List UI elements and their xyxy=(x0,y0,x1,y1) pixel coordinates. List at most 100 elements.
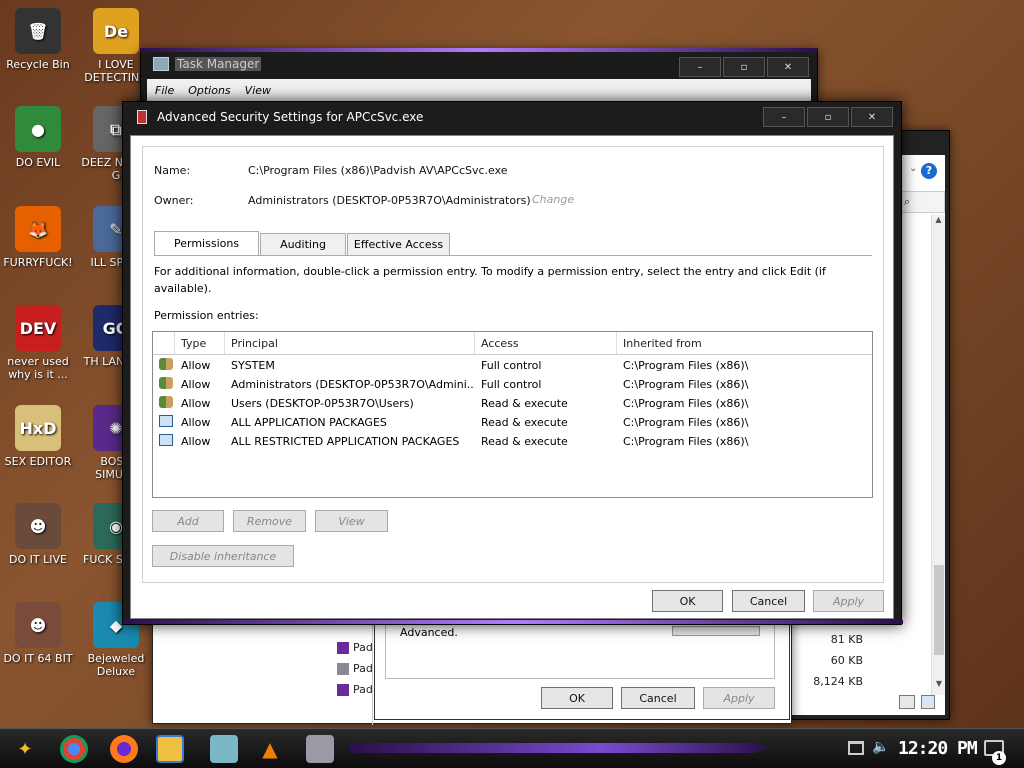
shield-icon xyxy=(137,110,147,124)
file-name: Pad xyxy=(353,683,373,696)
taskbar-app-icon[interactable] xyxy=(210,735,238,763)
volume-icon[interactable]: 🔈 xyxy=(872,739,889,755)
menu-options[interactable]: Options xyxy=(188,84,230,97)
desktop-icon[interactable]: DEV never used why is it ... xyxy=(0,305,76,381)
dev-cpp-icon: DEV xyxy=(15,305,61,351)
column-header-access[interactable]: Access xyxy=(475,332,617,354)
taskbar-firefox-icon[interactable] xyxy=(110,735,138,763)
taskbar-security-icon[interactable] xyxy=(306,735,334,763)
network-icon[interactable] xyxy=(848,741,864,755)
maximize-button[interactable]: ▫ xyxy=(807,107,849,127)
dialog-accent-bar xyxy=(123,620,903,624)
permission-entry-row[interactable]: Allow ALL RESTRICTED APPLICATION PACKAGES… xyxy=(153,432,872,451)
permission-entries-list[interactable]: Type Principal Access Inherited from All… xyxy=(152,331,873,498)
tm-close-button[interactable]: ✕ xyxy=(767,57,809,77)
desktop-icon[interactable]: ● DO EVIL xyxy=(0,106,76,169)
properties-file-list: Pad Pad Pad xyxy=(337,637,373,700)
advanced-button[interactable] xyxy=(672,626,760,636)
help-icon[interactable]: ? xyxy=(921,163,937,179)
behind-cancel-button[interactable]: Cancel xyxy=(621,687,695,709)
cell-access: Full control xyxy=(481,359,542,372)
cell-type: Allow xyxy=(181,435,211,448)
behind-ok-button[interactable]: OK xyxy=(541,687,613,709)
file-icon xyxy=(337,662,349,675)
tab-strip: Permissions Auditing Effective Access xyxy=(154,231,451,255)
desktop-icon[interactable]: 🦊 FURRYFUCK! xyxy=(0,206,76,269)
remove-button[interactable]: Remove xyxy=(233,510,306,532)
scroll-thumb[interactable] xyxy=(934,565,944,655)
cell-principal: Administrators (DESKTOP-0P53R7O\Admini..… xyxy=(231,378,475,391)
chrome-icon: ● xyxy=(15,106,61,152)
recycle-bin-icon: 🗑 xyxy=(15,8,61,54)
desktop-icon[interactable]: ☻ DO IT 64 BIT xyxy=(0,602,76,665)
add-button[interactable]: Add xyxy=(152,510,224,532)
desktop-icon[interactable]: ☻ DO IT LIVE xyxy=(0,503,76,566)
view-tiles-icon[interactable] xyxy=(921,695,935,709)
column-header-type[interactable]: Type xyxy=(175,332,225,354)
permission-entry-row[interactable]: Allow Users (DESKTOP-0P53R7O\Users) Read &… xyxy=(153,394,872,413)
taskbar-clock[interactable]: 12:20 PM xyxy=(898,738,978,759)
change-owner-link[interactable]: Change xyxy=(532,193,574,206)
vertical-scrollbar[interactable]: ▲ ▼ xyxy=(931,215,945,695)
portrait-64-icon: ☻ xyxy=(15,602,61,648)
app-package-icon xyxy=(153,434,175,449)
file-size: 8,124 KB xyxy=(813,675,863,688)
hxd-icon: HxD xyxy=(15,405,61,451)
taskbar-vlc-icon[interactable]: ▲ xyxy=(256,735,284,763)
tm-maximize-button[interactable]: ▫ xyxy=(723,57,765,77)
minimize-button[interactable]: – xyxy=(763,107,805,127)
desktop-icon[interactable]: 🗑 Recycle Bin xyxy=(0,8,76,71)
view-button[interactable]: View xyxy=(315,510,388,532)
permission-entry-row[interactable]: Allow Administrators (DESKTOP-0P53R7O\Adm… xyxy=(153,375,872,394)
menu-view[interactable]: View xyxy=(245,84,271,97)
user-group-icon xyxy=(153,396,175,411)
cell-principal: ALL RESTRICTED APPLICATION PACKAGES xyxy=(231,435,460,448)
tab-auditing[interactable]: Auditing xyxy=(260,233,346,255)
cell-access: Read & execute xyxy=(481,435,568,448)
view-details-icon[interactable] xyxy=(899,695,915,709)
search-icon: ⌕ xyxy=(904,195,911,208)
notification-count: 1 xyxy=(992,751,1006,765)
taskbar-chrome-icon[interactable] xyxy=(60,735,88,763)
permission-entries-label: Permission entries: xyxy=(154,309,259,322)
owner-value: Administrators (DESKTOP-0P53R7O\Administ… xyxy=(248,194,531,207)
cell-access: Full control xyxy=(481,378,542,391)
close-button[interactable]: ✕ xyxy=(851,107,893,127)
cell-inherited: C:\Program Files (x86)\ xyxy=(623,359,749,372)
tm-minimize-button[interactable]: – xyxy=(679,57,721,77)
permission-entry-row[interactable]: Allow SYSTEM Full control C:\Program Files … xyxy=(153,356,872,375)
taskbar-explorer-icon[interactable] xyxy=(156,735,184,763)
tab-permissions[interactable]: Permissions xyxy=(154,231,260,255)
file-size: 81 KB xyxy=(830,633,863,646)
tab-effective-access[interactable]: Effective Access xyxy=(346,233,451,255)
disable-inheritance-button[interactable]: Disable inheritance xyxy=(152,545,294,567)
purple-accent-bar xyxy=(140,48,818,52)
behind-apply-button[interactable]: Apply xyxy=(703,687,775,709)
name-label: Name: xyxy=(154,164,191,177)
cell-principal: Users (DESKTOP-0P53R7O\Users) xyxy=(231,397,414,410)
column-header-inherited-from[interactable]: Inherited from xyxy=(617,332,872,354)
file-size-list: 81 KB 60 KB 8,124 KB xyxy=(811,633,863,696)
apply-button[interactable]: Apply xyxy=(813,590,884,612)
ok-button[interactable]: OK xyxy=(652,590,723,612)
desktop-icon-label: FURRYFUCK! xyxy=(3,256,73,269)
menu-file[interactable]: File xyxy=(155,84,174,97)
permission-entry-row[interactable]: Allow ALL APPLICATION PACKAGES Read & exec… xyxy=(153,413,872,432)
cell-type: Allow xyxy=(181,359,211,372)
cancel-button[interactable]: Cancel xyxy=(732,590,805,612)
chevron-down-icon[interactable]: ⌄ xyxy=(909,163,917,174)
advanced-security-settings-dialog[interactable]: Advanced Security Settings for APCcSvc.e… xyxy=(122,101,903,625)
desktop-icon-label: Recycle Bin xyxy=(6,58,70,71)
desktop-icon-label: SEX EDITOR xyxy=(4,455,72,468)
tab-divider xyxy=(154,255,872,256)
info-text: For additional information, double-click… xyxy=(154,265,826,295)
security-panel: Advanced. xyxy=(385,623,775,679)
cell-inherited: C:\Program Files (x86)\ xyxy=(623,397,749,410)
desktop-icon-label: DO IT LIVE xyxy=(9,553,67,566)
desktop-icon[interactable]: HxD SEX EDITOR xyxy=(0,405,76,468)
start-button[interactable]: ✦ xyxy=(10,735,40,763)
desktop-icon-label: Bejeweled Deluxe xyxy=(87,652,145,678)
cell-access: Read & execute xyxy=(481,416,568,429)
security-properties-window[interactable]: Advanced. OK Cancel Apply xyxy=(374,620,790,720)
column-header-principal[interactable]: Principal xyxy=(225,332,475,354)
